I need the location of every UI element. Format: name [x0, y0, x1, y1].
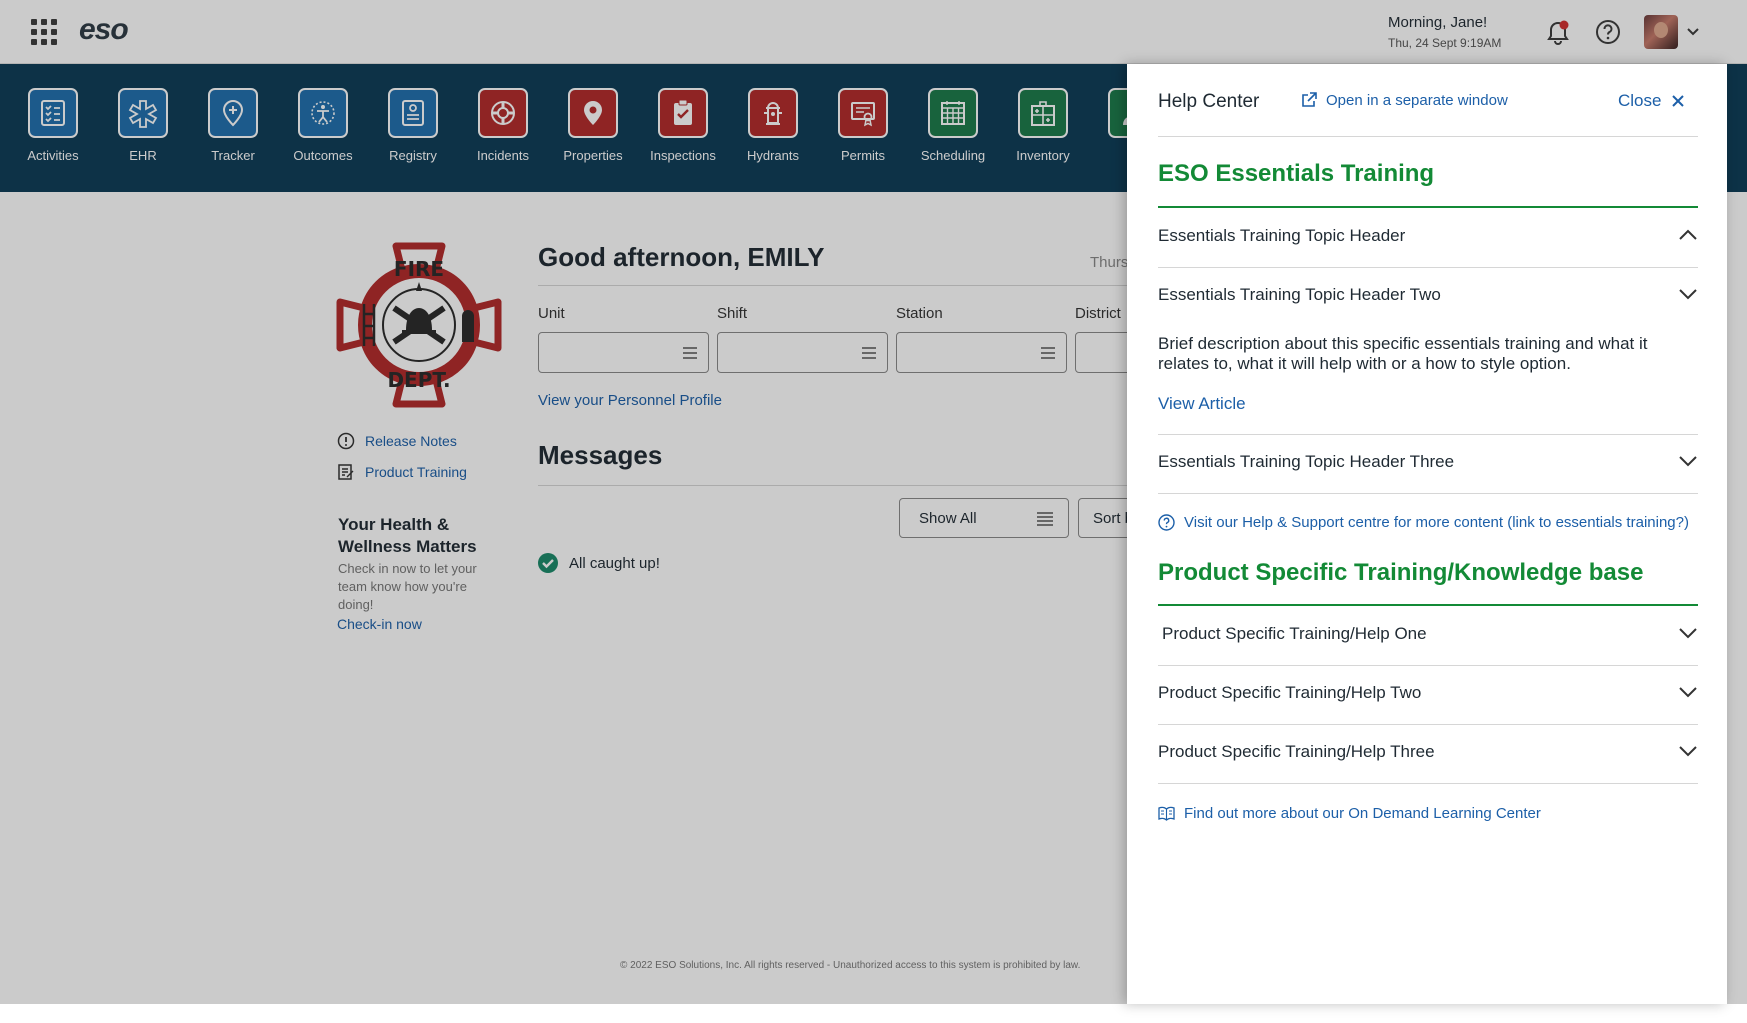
chevron-down-icon [1679, 289, 1697, 300]
essentials-section-title: ESO Essentials Training [1158, 160, 1435, 187]
screen: eso Morning, Jane! Thu, 24 Sept 9:19AM A… [0, 0, 1747, 1023]
accordion-item-essentials-2[interactable]: Essentials Training Topic Header Two [1158, 267, 1698, 325]
learning-center-label: Find out more about our On Demand Learni… [1184, 805, 1541, 822]
chevron-down-icon [1679, 628, 1697, 639]
product-section-title: Product Specific Training/Knowledge base [1158, 559, 1644, 586]
help-center-title: Help Center [1158, 91, 1260, 112]
accordion-title: Essentials Training Topic Header Three [1158, 452, 1455, 471]
accordion-item-product-3[interactable]: Product Specific Training/Help Three [1158, 724, 1698, 782]
accordion-title: Product Specific Training/Help Two [1158, 683, 1422, 702]
open-separate-label: Open in a separate window [1326, 91, 1508, 109]
help-center-panel: Help Center Open in a separate window Cl… [1127, 64, 1727, 1004]
accordion-title: Product Specific Training/Help One [1162, 624, 1427, 643]
help-support-label: Visit our Help & Support centre for more… [1184, 514, 1689, 531]
view-article-link[interactable]: View Article [1158, 394, 1246, 414]
divider [1158, 136, 1698, 137]
close-icon [1672, 95, 1685, 107]
learning-center-link[interactable]: Find out more about our On Demand Learni… [1158, 805, 1541, 822]
accordion-title: Product Specific Training/Help Three [1158, 742, 1435, 761]
divider [1158, 783, 1698, 784]
help-support-link[interactable]: Visit our Help & Support centre for more… [1158, 514, 1689, 531]
accordion-item-product-2[interactable]: Product Specific Training/Help Two [1158, 665, 1698, 723]
accordion-item-essentials-3[interactable]: Essentials Training Topic Header Three [1158, 434, 1698, 492]
accordion-description: Brief description about this specific es… [1158, 334, 1648, 373]
chevron-down-icon [1679, 746, 1697, 757]
accordion-title: Essentials Training Topic Header [1158, 226, 1406, 245]
accordion-item-essentials-1[interactable]: Essentials Training Topic Header [1158, 208, 1698, 266]
close-label: Close [1618, 91, 1662, 110]
chevron-down-icon [1679, 687, 1697, 698]
open-separate-window-link[interactable]: Open in a separate window [1300, 91, 1508, 109]
chevron-down-icon [1679, 456, 1697, 467]
question-circle-icon [1158, 514, 1175, 531]
close-button[interactable]: Close [1618, 91, 1685, 111]
accordion-title: Essentials Training Topic Header Two [1158, 285, 1441, 304]
open-book-icon [1158, 806, 1175, 821]
chevron-up-icon [1679, 229, 1697, 240]
divider [1158, 493, 1698, 494]
external-link-icon [1302, 92, 1317, 107]
accordion-item-product-1[interactable]: Product Specific Training/Help One [1158, 606, 1698, 664]
